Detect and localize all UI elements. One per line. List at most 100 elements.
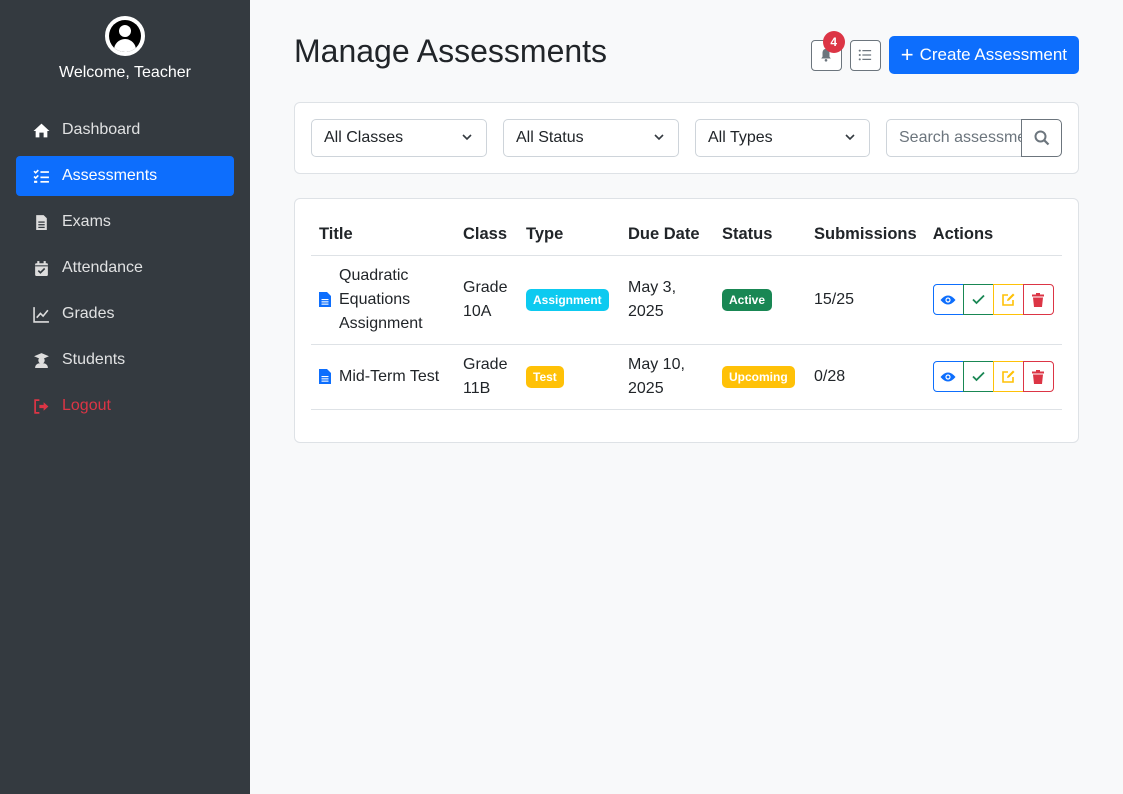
profile: Welcome, Teacher (0, 0, 250, 82)
create-assessment-button[interactable]: + Create Assessment (888, 36, 1079, 74)
header-actions: 4 + Create Assessment (810, 30, 1079, 74)
user-graduate-icon (32, 351, 50, 369)
column-header-title: Title (311, 215, 455, 256)
document-icon (319, 369, 331, 384)
edit-button[interactable] (992, 284, 1024, 315)
edit-icon (1002, 370, 1015, 383)
edit-button[interactable] (992, 361, 1024, 392)
check-icon (972, 371, 985, 382)
assessments-table: Title Class Type Due Date Status Submiss… (311, 215, 1062, 410)
title-cell: Mid-Term Test (311, 344, 455, 410)
assessment-title[interactable]: Quadratic Equations Assignment (339, 264, 447, 336)
actions-cell (924, 255, 1062, 345)
sidebar-item-label: Logout (62, 397, 111, 414)
column-header-class: Class (455, 215, 518, 256)
trash-icon (1032, 292, 1045, 307)
status-cell: Upcoming (714, 344, 806, 410)
sidebar-item-label: Grades (62, 305, 115, 322)
welcome-text: Welcome, Teacher (59, 64, 191, 81)
avatar-icon (105, 16, 145, 56)
due-date-cell: May 3, 2025 (620, 255, 714, 345)
sidebar-item-logout[interactable]: Logout (16, 386, 234, 426)
chevron-down-icon (462, 134, 472, 141)
sidebar-item-grades[interactable]: Grades (16, 294, 234, 334)
view-button[interactable] (932, 284, 964, 315)
search-input[interactable] (886, 119, 1021, 157)
calendar-check-icon (32, 259, 50, 277)
column-header-submissions: Submissions (806, 215, 925, 256)
grade-button[interactable] (962, 361, 994, 392)
submissions-cell: 15/25 (806, 255, 925, 345)
sidebar-item-label: Students (62, 351, 126, 368)
sidebar-item-label: Attendance (62, 259, 143, 276)
sidebar-item-label: Dashboard (62, 121, 141, 138)
sidebar-nav: Dashboard Assessments Exams Attendance G… (0, 110, 250, 426)
view-button[interactable] (932, 361, 964, 392)
edit-icon (1002, 293, 1015, 306)
status-filter-select[interactable]: All Status (503, 119, 679, 157)
sidebar-item-label: Exams (62, 213, 111, 230)
sidebar-item-attendance[interactable]: Attendance (16, 248, 234, 288)
plus-icon: + (900, 42, 914, 67)
status-filter-value: All Status (516, 129, 584, 146)
list-view-button[interactable] (849, 39, 881, 71)
search-button[interactable] (1021, 119, 1062, 157)
page-header: Manage Assessments 4 + Create Assessment (294, 0, 1079, 102)
table-row: Mid-Term Test Grade 11B Test May 10, 202… (311, 344, 1062, 410)
notification-count-badge: 4 (822, 30, 845, 53)
status-badge: Upcoming (722, 365, 795, 388)
assessments-table-card: Title Class Type Due Date Status Submiss… (294, 198, 1079, 443)
filter-card: All Classes All Status All Types (294, 102, 1079, 174)
title-cell: Quadratic Equations Assignment (311, 255, 455, 345)
create-assessment-label: Create Assessment (919, 45, 1067, 64)
chevron-down-icon (654, 134, 664, 141)
type-badge: Test (526, 365, 564, 388)
status-badge: Active (722, 288, 773, 311)
delete-button[interactable] (1022, 284, 1054, 315)
notifications-button[interactable]: 4 (810, 30, 845, 71)
column-header-status: Status (714, 215, 806, 256)
type-badge: Assignment (526, 288, 609, 311)
search-group (886, 119, 1062, 157)
table-header-row: Title Class Type Due Date Status Submiss… (311, 215, 1062, 256)
eye-icon (940, 372, 956, 381)
class-filter-value: All Classes (324, 129, 404, 146)
type-cell: Test (518, 344, 620, 410)
sidebar: Welcome, Teacher Dashboard Assessments E… (0, 0, 250, 794)
sidebar-item-label: Assessments (62, 167, 158, 184)
class-filter-select[interactable]: All Classes (311, 119, 487, 157)
file-icon (32, 213, 50, 231)
submissions-cell: 0/28 (806, 344, 925, 410)
check-icon (972, 294, 985, 305)
assessment-title[interactable]: Mid-Term Test (339, 365, 439, 389)
tasks-icon (32, 167, 50, 185)
due-date-cell: May 10, 2025 (620, 344, 714, 410)
type-cell: Assignment (518, 255, 620, 345)
column-header-due-date: Due Date (620, 215, 714, 256)
grade-button[interactable] (962, 284, 994, 315)
delete-button[interactable] (1022, 361, 1054, 392)
sidebar-item-dashboard[interactable]: Dashboard (16, 110, 234, 150)
table-row: Quadratic Equations Assignment Grade 10A… (311, 255, 1062, 345)
list-icon (858, 49, 872, 61)
sidebar-item-exams[interactable]: Exams (16, 202, 234, 242)
class-cell: Grade 10A (455, 255, 518, 345)
chart-line-icon (32, 305, 50, 323)
search-icon (1034, 130, 1049, 146)
status-cell: Active (714, 255, 806, 345)
home-icon (32, 121, 50, 139)
actions-cell (924, 344, 1062, 410)
type-filter-select[interactable]: All Types (695, 119, 870, 157)
chevron-down-icon (845, 134, 855, 141)
document-icon (319, 292, 331, 307)
type-filter-value: All Types (708, 129, 773, 146)
eye-icon (940, 295, 956, 304)
column-header-type: Type (518, 215, 620, 256)
sidebar-item-students[interactable]: Students (16, 340, 234, 380)
column-header-actions: Actions (924, 215, 1062, 256)
sidebar-item-assessments[interactable]: Assessments (16, 156, 234, 196)
sign-out-icon (32, 397, 50, 415)
trash-icon (1032, 369, 1045, 384)
page-title: Manage Assessments (294, 33, 608, 69)
class-cell: Grade 11B (455, 344, 518, 410)
